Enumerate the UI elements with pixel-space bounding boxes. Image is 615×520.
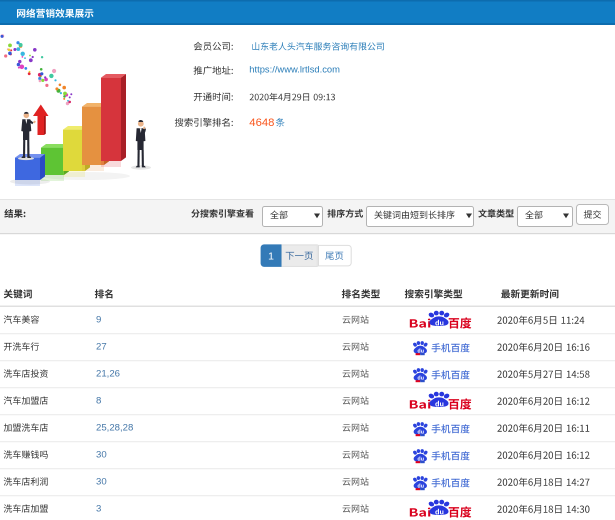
svg-text:9: 9 — [96, 314, 101, 325]
svg-text:https://www.lrtlsd.com: https://www.lrtlsd.com — [249, 63, 340, 74]
svg-text:1: 1 — [268, 251, 274, 263]
svg-text:30: 30 — [96, 449, 107, 460]
svg-text:25,28,28: 25,28,28 — [96, 422, 133, 433]
svg-text:4648: 4648 — [249, 117, 274, 129]
svg-text:21,26: 21,26 — [96, 368, 120, 379]
svg-text:30: 30 — [96, 476, 107, 487]
svg-text:8: 8 — [96, 395, 101, 406]
svg-text:3: 3 — [96, 503, 101, 514]
svg-text:27: 27 — [96, 341, 107, 352]
